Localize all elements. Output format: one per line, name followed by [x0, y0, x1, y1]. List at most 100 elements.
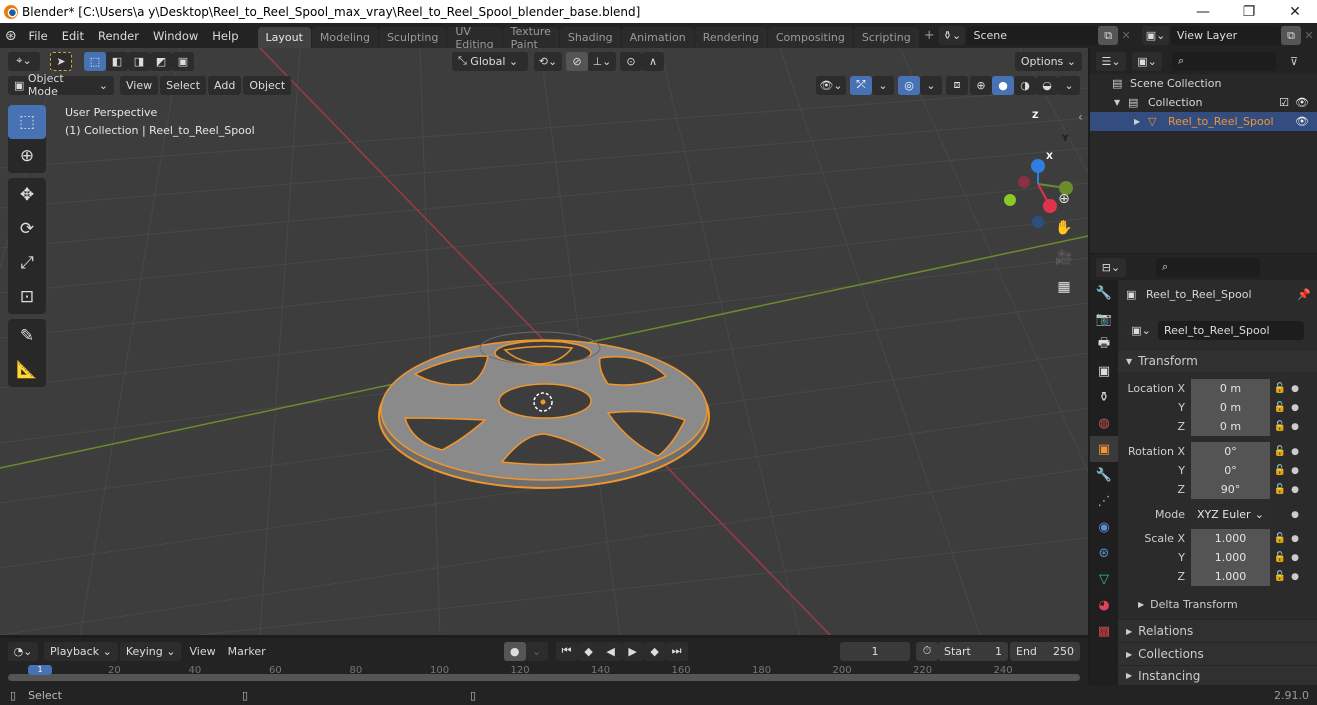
select-extend-icon[interactable]: ◧	[106, 51, 128, 71]
pin-icon[interactable]: 📌	[1297, 288, 1311, 301]
gizmo-y-label[interactable]: Y	[1062, 134, 1069, 144]
properties-editor-type-icon[interactable]: ⊟⌄	[1096, 257, 1126, 277]
texture-tab-icon[interactable]: ▩	[1090, 618, 1118, 644]
scene-tab-icon[interactable]: ⚱	[1090, 384, 1118, 410]
close-button[interactable]: ✕	[1272, 0, 1317, 23]
relations-panel-header[interactable]: ▶ Relations	[1118, 619, 1317, 642]
scale-tool-icon[interactable]: ⤢	[8, 246, 46, 280]
move-tool-icon[interactable]: ✥	[8, 178, 46, 212]
object-tab-icon[interactable]: ▣	[1090, 436, 1118, 462]
stopwatch-icon[interactable]: ⏱	[916, 641, 938, 661]
zoom-view-icon[interactable]: ⊕	[1052, 187, 1076, 211]
play-icon[interactable]: ▶	[621, 641, 644, 661]
timeline-view-menu[interactable]: View	[183, 645, 221, 658]
cursor-tool-icon[interactable]: ⊕	[8, 139, 46, 173]
menu-add[interactable]: Add	[208, 75, 242, 95]
expand-arrow-icon[interactable]: ▼	[1114, 98, 1128, 107]
object-visibility-icon[interactable]: 👁	[1295, 115, 1309, 128]
view-layer-tab-icon[interactable]: ▣	[1090, 358, 1118, 384]
delta-transform-subpanel[interactable]: ▶ Delta Transform	[1138, 598, 1238, 611]
material-shading-icon[interactable]: ◑	[1014, 75, 1036, 95]
delete-scene-icon[interactable]: ✕	[1118, 29, 1134, 42]
render-tab-icon[interactable]: 📷	[1090, 306, 1118, 332]
menu-help[interactable]: Help	[205, 29, 245, 43]
rendered-shading-icon[interactable]: ◒	[1036, 75, 1058, 95]
overlay-toggle-icon[interactable]: ◎	[898, 75, 920, 95]
start-frame-field[interactable]: Start 1	[938, 641, 1008, 661]
object-browse-icon[interactable]: ▣⌄	[1126, 321, 1156, 340]
tab-sculpting[interactable]: Sculpting	[378, 27, 447, 48]
keyframe-dot-icon[interactable]: ●	[1290, 510, 1300, 520]
blender-menu-icon[interactable]: ⊛	[0, 28, 21, 44]
tab-uv-editing[interactable]: UV Editing	[447, 25, 502, 51]
keyframe-dot-icon[interactable]: ●	[1290, 572, 1300, 582]
snap-icon[interactable]: ⊘	[566, 51, 588, 71]
material-tab-icon[interactable]: ◕	[1090, 592, 1118, 618]
view-layer-name-field[interactable]: View Layer	[1170, 26, 1282, 45]
pan-view-icon[interactable]: ✋	[1052, 216, 1076, 240]
outliner-row-collection[interactable]: ▼ ▤ Collection ☑ 👁	[1090, 93, 1317, 112]
new-view-layer-icon[interactable]: ⧉	[1281, 26, 1301, 45]
minimize-button[interactable]: —	[1180, 0, 1226, 23]
particles-tab-icon[interactable]: ⋰	[1090, 488, 1118, 514]
rotation-z-field[interactable]: 90°	[1191, 480, 1270, 499]
filter-icon[interactable]: ⊽	[1290, 55, 1298, 68]
select-subtract-icon[interactable]: ◨	[128, 51, 150, 71]
expand-arrow-icon[interactable]: ▶	[1134, 117, 1148, 126]
tab-texture-paint[interactable]: Texture Paint	[502, 25, 559, 51]
tab-scripting[interactable]: Scripting	[853, 27, 919, 48]
collection-visibility-icon[interactable]: 👁	[1295, 96, 1309, 109]
scene-name-field[interactable]: Scene	[967, 26, 1099, 45]
lock-icon[interactable]: 🔓	[1270, 421, 1290, 432]
collection-checkbox[interactable]: ☑	[1279, 96, 1289, 109]
transform-orientation-dropdown[interactable]: ⤡ Global ⌄	[452, 51, 528, 71]
next-keyframe-icon[interactable]: ◆	[643, 641, 666, 661]
data-tab-icon[interactable]: ▽	[1090, 566, 1118, 592]
overlay-dropdown-icon[interactable]: ⌄	[920, 75, 942, 95]
properties-search-input[interactable]: ⌕	[1156, 257, 1260, 277]
snap-target-icon[interactable]: ⊥⌄	[588, 51, 616, 71]
tab-rendering[interactable]: Rendering	[694, 27, 767, 48]
constraints-tab-icon[interactable]: ⊛	[1090, 540, 1118, 566]
current-frame-field[interactable]: 1	[840, 641, 910, 661]
menu-view[interactable]: View	[120, 75, 159, 95]
menu-render[interactable]: Render	[91, 29, 146, 43]
keyframe-dot-icon[interactable]: ●	[1290, 403, 1300, 413]
editor-type-icon[interactable]: ⌖⌄	[8, 51, 40, 71]
scale-z-field[interactable]: 1.000	[1191, 567, 1270, 586]
keyframe-dot-icon[interactable]: ●	[1290, 534, 1300, 544]
mode-dropdown[interactable]: ▣ Object Mode ⌄	[8, 72, 114, 98]
transform-tool-icon[interactable]: ⊡	[8, 280, 46, 314]
menu-window[interactable]: Window	[146, 29, 205, 43]
timeline-marker-menu[interactable]: Marker	[222, 645, 272, 658]
display-mode-icon[interactable]: ▣⌄	[1132, 51, 1162, 71]
keyframe-dot-icon[interactable]: ●	[1290, 466, 1300, 476]
annotate-tool-icon[interactable]: ✎	[8, 319, 46, 353]
jump-start-icon[interactable]: ⏮	[555, 641, 578, 661]
menu-select[interactable]: Select	[160, 75, 207, 95]
perspective-toggle-icon[interactable]: ▦	[1052, 275, 1076, 299]
tab-layout[interactable]: Layout	[257, 27, 311, 48]
proportional-edit-icon[interactable]: ⊙	[620, 51, 642, 71]
tool-tab-icon[interactable]: 🔧	[1090, 280, 1118, 306]
menu-object[interactable]: Object	[243, 75, 292, 95]
scale-y-field[interactable]: 1.000	[1191, 548, 1270, 567]
outliner-row-reel-object[interactable]: ▶ ▽ Reel_to_Reel_Spool 👁	[1090, 112, 1317, 131]
output-tab-icon[interactable]: 🖶	[1090, 332, 1118, 358]
camera-view-icon[interactable]: 🎥	[1052, 246, 1076, 270]
menu-edit[interactable]: Edit	[55, 29, 91, 43]
play-reverse-icon[interactable]: ◀	[599, 641, 622, 661]
solid-shading-icon[interactable]: ●	[992, 75, 1014, 95]
jump-end-icon[interactable]: ⏭	[665, 641, 688, 661]
rotation-mode-dropdown[interactable]: XYZ Euler ⌄	[1191, 505, 1270, 524]
keyframe-dot-icon[interactable]: ●	[1290, 447, 1300, 457]
tab-animation[interactable]: Animation	[621, 27, 694, 48]
gizmo-toggle-icon[interactable]: ⤱	[850, 75, 872, 95]
playback-menu[interactable]: Playback ⌄	[44, 641, 118, 661]
outliner-row-scene-collection[interactable]: ▤ Scene Collection	[1090, 74, 1317, 93]
collections-panel-header[interactable]: ▶ Collections	[1118, 642, 1317, 665]
delete-view-layer-icon[interactable]: ✕	[1301, 29, 1317, 42]
visibility-icon[interactable]: 👁⌄	[816, 75, 846, 95]
select-new-icon[interactable]: ⬚	[84, 51, 106, 71]
end-frame-field[interactable]: End 250	[1010, 641, 1080, 661]
